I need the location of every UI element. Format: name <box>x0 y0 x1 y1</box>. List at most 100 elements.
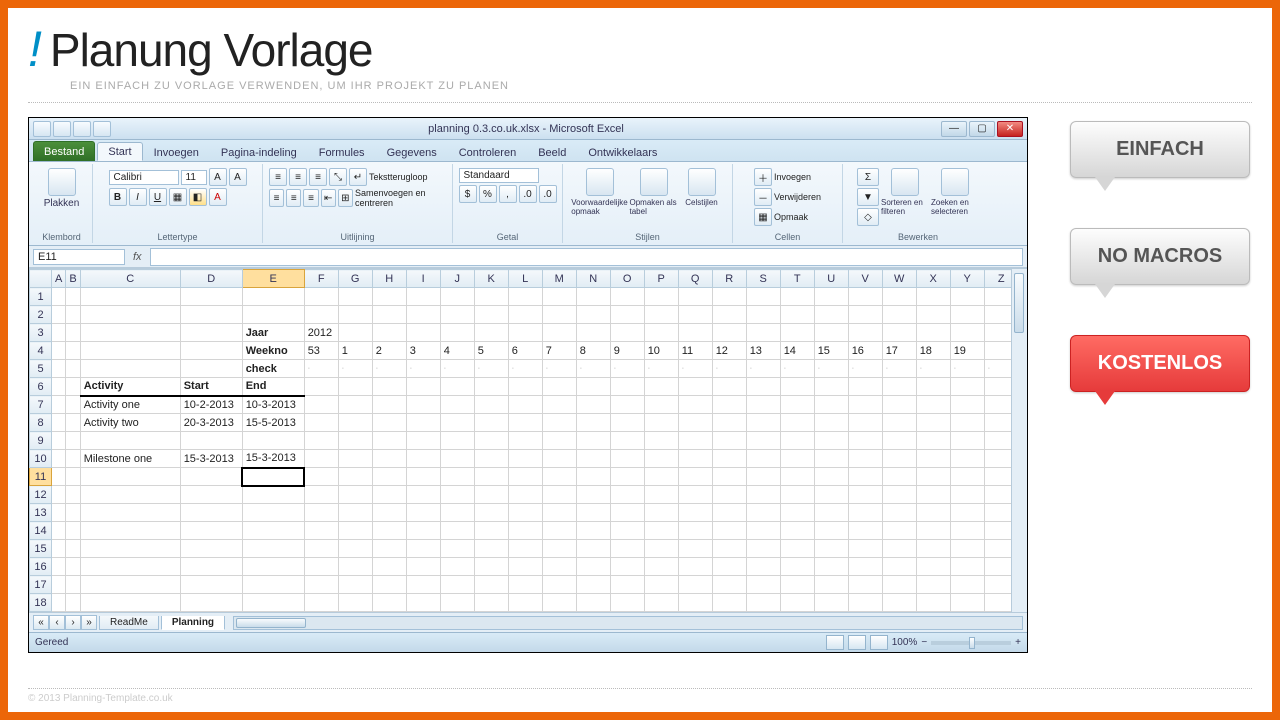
cell-D5[interactable] <box>180 360 242 378</box>
cell-K9[interactable] <box>474 432 508 450</box>
cell-X6[interactable] <box>916 378 950 396</box>
cell-V14[interactable] <box>848 522 882 540</box>
cell-A19[interactable] <box>52 612 66 613</box>
cell-T18[interactable] <box>780 594 814 612</box>
cell-F12[interactable] <box>304 486 338 504</box>
cell-G4[interactable]: 1 <box>338 342 372 360</box>
cell-V1[interactable] <box>848 288 882 306</box>
cell-M17[interactable] <box>542 576 576 594</box>
cell-M7[interactable] <box>542 396 576 414</box>
cell-E5[interactable]: check <box>242 360 304 378</box>
col-header-T[interactable]: T <box>780 270 814 288</box>
cell-P4[interactable]: 10 <box>644 342 678 360</box>
cell-G9[interactable] <box>338 432 372 450</box>
cell-D18[interactable] <box>180 594 242 612</box>
cell-E2[interactable] <box>242 306 304 324</box>
row-header-11[interactable]: 11 <box>30 468 52 486</box>
cell-S8[interactable] <box>746 414 780 432</box>
cell-F9[interactable] <box>304 432 338 450</box>
cell-G5[interactable]: · <box>338 360 372 378</box>
cell-F2[interactable] <box>304 306 338 324</box>
cell-X14[interactable] <box>916 522 950 540</box>
cell-C14[interactable] <box>80 522 180 540</box>
cell-H8[interactable] <box>372 414 406 432</box>
cell-B3[interactable] <box>66 324 80 342</box>
tab-beeld[interactable]: Beeld <box>527 143 577 161</box>
tab-controleren[interactable]: Controleren <box>448 143 527 161</box>
cell-T5[interactable]: · <box>780 360 814 378</box>
cell-M9[interactable] <box>542 432 576 450</box>
cell-N9[interactable] <box>576 432 610 450</box>
tab-formules[interactable]: Formules <box>308 143 376 161</box>
cell-D15[interactable] <box>180 540 242 558</box>
cell-N19[interactable] <box>576 612 610 613</box>
cell-N8[interactable] <box>576 414 610 432</box>
cell-P5[interactable]: · <box>644 360 678 378</box>
cell-P12[interactable] <box>644 486 678 504</box>
cell-V4[interactable]: 16 <box>848 342 882 360</box>
cell-S15[interactable] <box>746 540 780 558</box>
cell-U13[interactable] <box>814 504 848 522</box>
cell-Q3[interactable] <box>678 324 712 342</box>
cell-D4[interactable] <box>180 342 242 360</box>
cell-Y2[interactable] <box>950 306 984 324</box>
cell-T19[interactable] <box>780 612 814 613</box>
cell-W6[interactable] <box>882 378 916 396</box>
cell-A10[interactable] <box>52 450 66 468</box>
cell-C16[interactable] <box>80 558 180 576</box>
col-header-C[interactable]: C <box>80 270 180 288</box>
excel-icon[interactable] <box>33 121 51 137</box>
cell-X7[interactable] <box>916 396 950 414</box>
cell-X1[interactable] <box>916 288 950 306</box>
cell-D7[interactable]: 10-2-2013 <box>180 396 242 414</box>
cell-Y7[interactable] <box>950 396 984 414</box>
cell-V18[interactable] <box>848 594 882 612</box>
maximize-button[interactable]: ▢ <box>969 121 995 137</box>
vertical-scrollbar[interactable] <box>1011 269 1027 612</box>
cell-H14[interactable] <box>372 522 406 540</box>
cell-R18[interactable] <box>712 594 746 612</box>
cell-U18[interactable] <box>814 594 848 612</box>
cell-N7[interactable] <box>576 396 610 414</box>
cell-Y11[interactable] <box>950 468 984 486</box>
col-header-L[interactable]: L <box>508 270 542 288</box>
cell-R1[interactable] <box>712 288 746 306</box>
cell-N5[interactable]: · <box>576 360 610 378</box>
align-right-icon[interactable]: ≡ <box>303 189 318 207</box>
cell-B16[interactable] <box>66 558 80 576</box>
cell-F18[interactable] <box>304 594 338 612</box>
cell-K6[interactable] <box>474 378 508 396</box>
row-header-19[interactable]: 19 <box>30 612 52 613</box>
cell-V10[interactable] <box>848 450 882 468</box>
cell-P14[interactable] <box>644 522 678 540</box>
cell-A12[interactable] <box>52 486 66 504</box>
cell-Q14[interactable] <box>678 522 712 540</box>
minimize-button[interactable]: — <box>941 121 967 137</box>
cell-K5[interactable]: · <box>474 360 508 378</box>
cell-N14[interactable] <box>576 522 610 540</box>
cell-K11[interactable] <box>474 468 508 486</box>
cell-B13[interactable] <box>66 504 80 522</box>
cell-O5[interactable]: · <box>610 360 644 378</box>
cell-C12[interactable] <box>80 486 180 504</box>
cell-P7[interactable] <box>644 396 678 414</box>
cell-K12[interactable] <box>474 486 508 504</box>
format-table-button[interactable]: Opmaken als tabel <box>630 168 678 216</box>
cell-C17[interactable] <box>80 576 180 594</box>
sheet-nav-first-icon[interactable]: « <box>33 615 49 630</box>
cell-X3[interactable] <box>916 324 950 342</box>
cell-W4[interactable]: 17 <box>882 342 916 360</box>
cell-G1[interactable] <box>338 288 372 306</box>
cell-O8[interactable] <box>610 414 644 432</box>
cell-J9[interactable] <box>440 432 474 450</box>
cell-K17[interactable] <box>474 576 508 594</box>
cell-I2[interactable] <box>406 306 440 324</box>
dec-decimal-icon[interactable]: .0 <box>539 185 557 203</box>
cell-G2[interactable] <box>338 306 372 324</box>
cell-L3[interactable] <box>508 324 542 342</box>
cell-M13[interactable] <box>542 504 576 522</box>
shrink-font-icon[interactable]: A <box>229 168 247 186</box>
cell-U2[interactable] <box>814 306 848 324</box>
cell-Y18[interactable] <box>950 594 984 612</box>
cell-X11[interactable] <box>916 468 950 486</box>
